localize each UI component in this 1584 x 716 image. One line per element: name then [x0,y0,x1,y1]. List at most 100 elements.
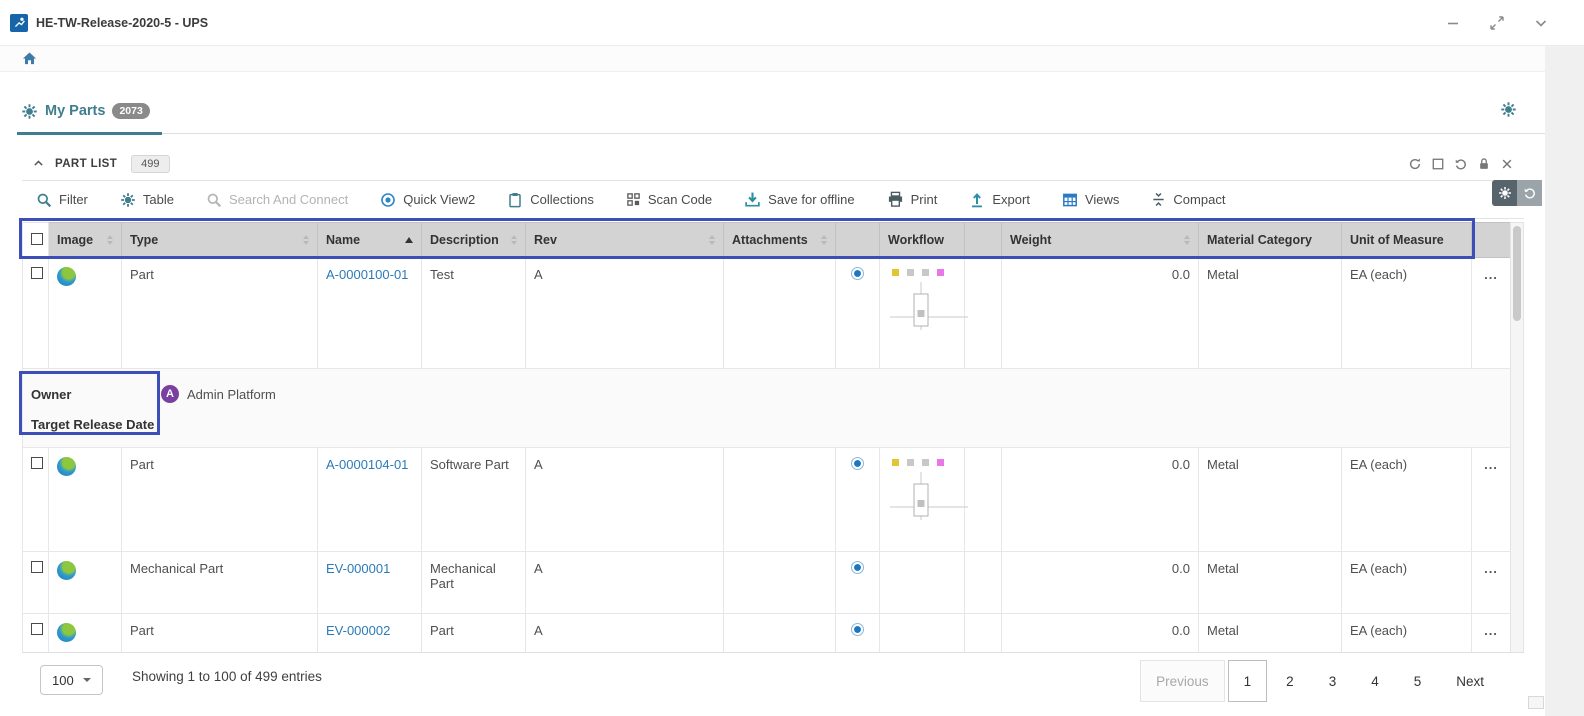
page-button-1[interactable]: 1 [1228,660,1268,702]
page-button-5[interactable]: 5 [1398,660,1438,702]
qr-code-icon [626,192,641,207]
column-header-spacer [836,223,880,258]
window-titlebar: HE-TW-Release-2020-5 - UPS [0,0,1584,46]
row-actions-button[interactable]: ... [1484,267,1498,282]
workflow-status-squares [892,269,956,276]
undo-icon[interactable] [1517,180,1542,206]
page-button-2[interactable]: 2 [1270,660,1310,702]
row-actions-button[interactable]: ... [1484,457,1498,472]
select-all-cell [23,223,49,258]
scrollbar-corner[interactable] [1528,696,1544,709]
next-page-button[interactable]: Next [1440,660,1500,702]
printer-icon [887,191,904,208]
cell-attachments [724,258,836,369]
workflow-radio[interactable] [851,561,864,574]
workflow-radio[interactable] [851,457,864,470]
owner-label: Owner [29,387,161,402]
row-actions-button[interactable]: ... [1484,623,1498,638]
select-all-checkbox[interactable] [31,233,43,245]
panel-count-badge: 499 [131,155,169,173]
row-actions-button[interactable]: ... [1484,561,1498,576]
cell-weight: 0.0 [1002,448,1199,552]
page-size-select[interactable]: 100 [40,665,103,695]
search-and-connect-button[interactable]: Search And Connect [206,192,348,208]
undo-icon[interactable] [1454,157,1468,171]
popout-window-icon[interactable] [1431,157,1445,171]
compact-button[interactable]: Compact [1151,192,1225,207]
part-thumbnail-icon [57,561,76,580]
column-header-type[interactable]: Type [122,223,318,258]
refresh-icon[interactable] [1408,157,1422,171]
sort-icon [107,235,113,245]
cell-description: Software Part [422,448,526,552]
close-icon[interactable] [1500,157,1514,171]
column-header-image[interactable]: Image [49,223,122,258]
grid-toolbar: Filter Table Search And Connect Quick Vi… [22,180,1524,219]
column-header-description[interactable]: Description [422,223,526,258]
magnifier-icon [36,192,52,208]
tab-my-parts[interactable]: My Parts 2073 [17,88,162,134]
cell-unit-of-measure: EA (each) [1342,448,1472,552]
workflow-radio[interactable] [851,623,864,636]
gear-icon[interactable] [1492,180,1517,206]
column-header-weight[interactable]: Weight [1002,223,1199,258]
chevron-down-icon[interactable] [1532,14,1550,32]
row-checkbox[interactable] [31,561,43,573]
tab-label: My Parts [45,103,105,119]
cell-attachments [724,552,836,614]
cell-workflow [880,258,965,369]
cell-description: Test [422,258,526,369]
quick-view2-button[interactable]: Quick View2 [380,192,475,208]
workflow-diagram-icon [888,470,973,528]
column-header-name[interactable]: Name [318,223,422,258]
column-header-workflow[interactable]: Workflow [880,223,965,258]
page-button-3[interactable]: 3 [1313,660,1353,702]
save-for-offline-button[interactable]: Save for offline [744,191,854,208]
column-header-rev[interactable]: Rev [526,223,724,258]
row-checkbox[interactable] [31,457,43,469]
row-checkbox[interactable] [31,623,43,635]
cell-description: Mechanical Part [422,552,526,614]
part-name-link[interactable]: A-0000100-01 [326,267,408,282]
print-button[interactable]: Print [887,191,938,208]
cell-workflow [880,448,965,552]
lock-icon[interactable] [1477,157,1491,171]
column-header-material-category[interactable]: Material Category [1199,223,1342,258]
page-button-4[interactable]: 4 [1355,660,1395,702]
column-header-unit-of-measure[interactable]: Unit of Measure [1342,223,1472,258]
table-scrollbar[interactable] [1510,222,1524,653]
page-gutter [1545,46,1584,716]
magnifier-icon [206,192,222,208]
collections-button[interactable]: Collections [507,192,594,208]
part-name-link[interactable]: A-0000104-01 [326,457,408,472]
scan-code-button[interactable]: Scan Code [626,192,712,207]
collapse-chevron-icon[interactable] [32,157,45,170]
minimize-icon[interactable] [1444,14,1462,32]
parts-table: Image Type Name Description Rev Attachme… [22,222,1511,659]
workflow-status-squares [892,459,956,466]
table-row: Part A-0000104-01 Software Part A 0.0 Me… [23,448,1511,552]
part-name-link[interactable]: EV-000002 [326,623,390,638]
views-button[interactable]: Views [1062,192,1119,208]
previous-page-button[interactable]: Previous [1140,660,1225,702]
tab-bar: My Parts 2073 [17,88,1545,134]
tab-settings-gear-icon[interactable] [1500,101,1517,118]
table-row: Mechanical Part EV-000001 Mechanical Par… [23,552,1511,614]
column-header-attachments[interactable]: Attachments [724,223,836,258]
part-thumbnail-icon [57,623,76,642]
expand-icon[interactable] [1488,14,1506,32]
scrollbar-thumb[interactable] [1513,226,1521,321]
filter-button[interactable]: Filter [36,192,88,208]
table-button[interactable]: Table [120,192,174,208]
sort-icon [1184,235,1190,245]
panel-title: PART LIST [55,158,117,170]
column-header-spacer [965,223,1002,258]
export-button[interactable]: Export [969,192,1030,208]
grid-settings-flyout [1492,180,1542,206]
part-name-link[interactable]: EV-000001 [326,561,390,576]
workflow-radio[interactable] [851,267,864,280]
cell-rev: A [526,552,724,614]
row-checkbox[interactable] [31,267,43,279]
cell-type: Mechanical Part [122,552,318,614]
home-icon[interactable] [22,51,37,66]
